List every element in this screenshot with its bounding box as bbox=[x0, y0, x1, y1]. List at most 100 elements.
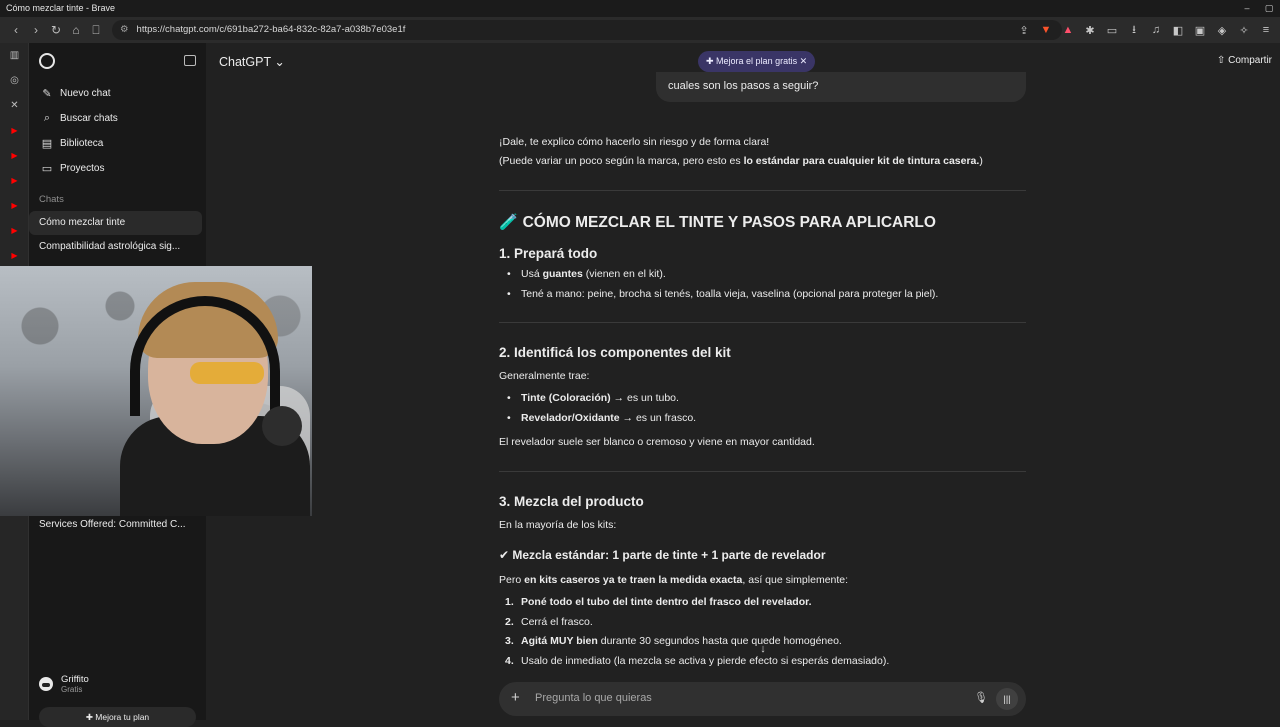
leo-icon[interactable]: ✧ bbox=[1236, 20, 1252, 40]
downloads-icon[interactable]: ⭳ bbox=[1126, 20, 1142, 40]
user-message-text: cuales son los pasos a seguir? bbox=[668, 80, 819, 92]
minimize-icon[interactable]: – bbox=[1236, 0, 1258, 17]
list-text: durante 30 segundos hasta que quede homo… bbox=[597, 635, 842, 647]
back-icon[interactable]: ‹ bbox=[6, 20, 26, 40]
list-item: Usá guantes (vienen en el kit). bbox=[499, 265, 938, 285]
standard-mix-heading: ✔ Mezcla estándar: 1 parte de tinte + 1 … bbox=[499, 548, 826, 562]
youtube-tab-icon[interactable]: ▶ bbox=[0, 168, 29, 193]
address-bar[interactable]: ⚙ https://chatgpt.com/c/691ba272-ba64-832… bbox=[112, 20, 1062, 40]
section-lead: En la mayoría de los kits: bbox=[499, 519, 617, 531]
attach-plus-icon[interactable]: + bbox=[511, 689, 520, 706]
share-page-icon[interactable]: ⇪ bbox=[1016, 20, 1032, 40]
divider bbox=[499, 471, 1026, 472]
youtube-tab-icon[interactable]: ▶ bbox=[0, 118, 29, 143]
list-number: 1. bbox=[505, 596, 514, 608]
sidebar-item-label: Nuevo chat bbox=[60, 88, 111, 99]
list-item: Tené a mano: peine, brocha si tenés, toa… bbox=[499, 285, 938, 305]
share-button[interactable]: ⇧ Compartir bbox=[1217, 55, 1272, 66]
chat-history-item[interactable]: Cómo mezclar tinte bbox=[29, 211, 202, 235]
list-text: → es un tubo. bbox=[610, 392, 679, 404]
list-bold: guantes bbox=[542, 268, 583, 280]
vpn-icon[interactable]: ◈ bbox=[1214, 20, 1230, 40]
user-name: Griffito bbox=[61, 674, 89, 685]
main-heading: 🧪 CÓMO MEZCLAR EL TINTE Y PASOS PARA APL… bbox=[499, 214, 936, 231]
wallet-icon[interactable]: ▣ bbox=[1192, 20, 1208, 40]
window-titlebar: Cómo mezclar tinte - Brave – ▢ bbox=[0, 0, 1280, 17]
site-info-icon[interactable]: ⚙ bbox=[120, 24, 129, 35]
history-icon[interactable]: ◎ bbox=[0, 68, 29, 93]
divider bbox=[499, 190, 1026, 191]
sidebar-item-label: Buscar chats bbox=[60, 113, 118, 124]
microphone-icon[interactable]: 🎙 bbox=[974, 691, 988, 704]
chat-main: ChatGPT ⌄ ✚ Mejora el plan gratis ✕ ⇧ Co… bbox=[206, 43, 1280, 720]
scroll-down-icon[interactable]: ↓ bbox=[755, 643, 771, 659]
user-plan: Gratis bbox=[61, 685, 83, 694]
section-title: 2. Identificá los componentes del kit bbox=[499, 345, 731, 360]
paragraph: Pero en kits caseros ya te traen la medi… bbox=[499, 571, 848, 590]
model-selector[interactable]: ChatGPT ⌄ bbox=[219, 54, 285, 69]
youtube-tab-icon[interactable]: ▶ bbox=[0, 193, 29, 218]
menu-icon[interactable]: ≡ bbox=[1258, 20, 1274, 40]
maximize-icon[interactable]: ▢ bbox=[1258, 0, 1280, 17]
new-chat-icon: ✎ bbox=[42, 88, 52, 100]
upgrade-plan-button[interactable]: ✚ Mejora tu plan bbox=[39, 707, 196, 727]
reload-icon[interactable]: ↻ bbox=[46, 20, 66, 40]
chat-composer: + Pregunta lo que quieras 🎙 ||| bbox=[499, 682, 1026, 716]
list-text: (vienen en el kit). bbox=[582, 268, 666, 280]
model-name: ChatGPT bbox=[219, 55, 271, 69]
home-icon[interactable]: ⌂ bbox=[66, 20, 86, 40]
upgrade-pill-button[interactable]: ✚ Mejora el plan gratis ✕ bbox=[698, 51, 816, 72]
avatar bbox=[39, 677, 53, 691]
list-text: Usalo de inmediato (la mezcla se activa … bbox=[521, 654, 890, 667]
collapse-sidebar-icon[interactable] bbox=[184, 55, 196, 66]
chat-history-item[interactable]: Services Offered: Committed C... bbox=[39, 519, 186, 530]
chats-section-label: Chats bbox=[39, 194, 64, 205]
list-text: → es un frasco. bbox=[619, 411, 697, 424]
user-profile[interactable]: Griffito Gratis bbox=[39, 674, 89, 694]
media-icon[interactable]: ♫ bbox=[1148, 20, 1164, 40]
brave-rewards-icon[interactable]: ▲ bbox=[1060, 20, 1076, 40]
bookmark-icon[interactable]: ⎕ bbox=[86, 20, 106, 40]
list-bold: Agitá MUY bien bbox=[521, 635, 598, 647]
list-item: 4. Usalo de inmediato (la mezcla se activ… bbox=[499, 652, 889, 672]
list-item: Revelador/Oxidante → es un frasco. bbox=[499, 409, 696, 429]
extensions-icon[interactable]: ✱ bbox=[1082, 20, 1098, 40]
sidebar-item-search[interactable]: ⌕ Buscar chats bbox=[29, 106, 206, 131]
chat-history-item[interactable]: Compatibilidad astrológica sig... bbox=[29, 235, 202, 259]
sidebar-item-projects[interactable]: ▭ Proyectos bbox=[29, 156, 206, 181]
upgrade-pill-label: ✚ Mejora el plan gratis bbox=[706, 56, 798, 66]
youtube-tab-icon[interactable]: ▶ bbox=[0, 243, 29, 268]
prompt-input[interactable]: Pregunta lo que quieras bbox=[535, 692, 652, 704]
reader-icon[interactable]: ▭ bbox=[1104, 20, 1120, 40]
brave-shields-icon[interactable]: ▼ bbox=[1038, 20, 1054, 40]
youtube-tab-icon[interactable]: ▶ bbox=[0, 143, 29, 168]
list-text: Usá bbox=[521, 268, 543, 280]
list-bold: Tinte (Coloración) bbox=[521, 392, 611, 404]
list-item: Tinte (Coloración) → es un tubo. bbox=[499, 389, 696, 409]
youtube-tab-icon[interactable]: ▶ bbox=[0, 218, 29, 243]
intro-line: (Puede variar un poco según la marca, pe… bbox=[499, 152, 983, 171]
folder-icon: ▭ bbox=[41, 163, 53, 175]
section-title: 1. Prepará todo bbox=[499, 246, 598, 261]
list-number: 3. bbox=[505, 635, 514, 647]
section-note: El revelador suele ser blanco o cremoso … bbox=[499, 436, 815, 448]
share-icon: ⇧ bbox=[1216, 55, 1226, 66]
sidebar-item-new-chat[interactable]: ✎ Nuevo chat bbox=[29, 81, 206, 106]
sidebar-item-label: Proyectos bbox=[60, 163, 105, 174]
forward-icon[interactable]: › bbox=[26, 20, 46, 40]
url-text: https://chatgpt.com/c/691ba272-ba64-832c… bbox=[136, 24, 406, 35]
openai-logo-icon[interactable] bbox=[39, 53, 55, 69]
chevron-down-icon: ⌄ bbox=[274, 55, 285, 69]
browser-toolbar: ‹ › ↻ ⌂ ⎕ ⚙ https://chatgpt.com/c/691ba27… bbox=[0, 17, 1280, 43]
close-panel-icon[interactable]: ✕ bbox=[0, 93, 29, 118]
voice-mode-icon[interactable]: ||| bbox=[996, 688, 1018, 710]
microphone-stand bbox=[262, 406, 302, 446]
panel-icon[interactable]: ▥ bbox=[0, 43, 29, 68]
sidebar-item-library[interactable]: ▤ Biblioteca bbox=[29, 131, 206, 156]
paragraph-text: Pero bbox=[499, 574, 525, 586]
webcam-overlay bbox=[0, 266, 312, 516]
sidebar-toggle-icon[interactable]: ◧ bbox=[1170, 20, 1186, 40]
close-icon[interactable]: ✕ bbox=[800, 56, 808, 66]
extension-icons: ⇪ ▼ ▲ ✱ ▭ ⭳ ♫ ◧ ▣ ◈ ✧ ≡ bbox=[1016, 20, 1274, 40]
divider bbox=[499, 322, 1026, 323]
